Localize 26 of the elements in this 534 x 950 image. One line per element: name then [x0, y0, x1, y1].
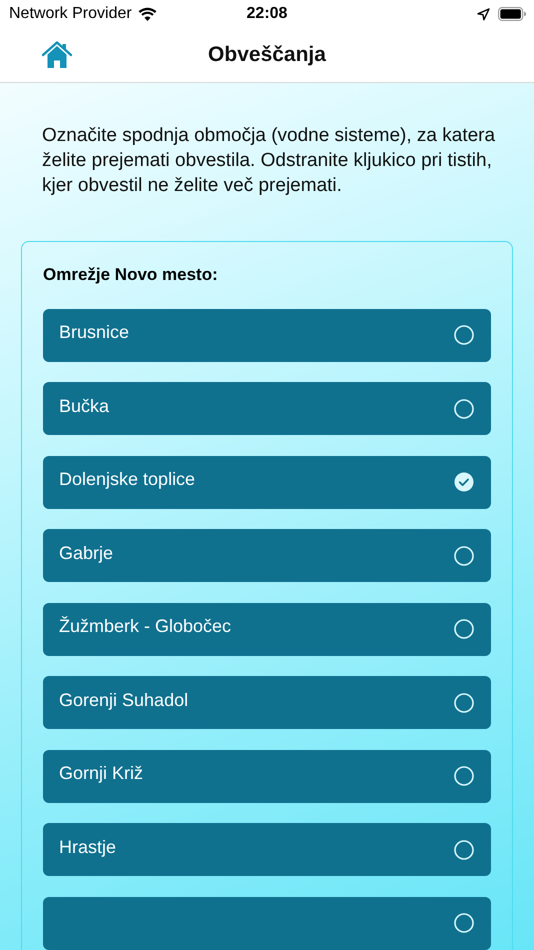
checked-circle-icon[interactable] [454, 472, 474, 492]
carrier-name: Network Provider [9, 5, 132, 23]
unchecked-circle-icon[interactable] [454, 840, 474, 860]
area-option[interactable]: Dolenjske toplice [43, 456, 491, 508]
unchecked-circle-icon[interactable] [454, 692, 474, 712]
unchecked-circle-icon[interactable] [454, 398, 474, 418]
area-option[interactable]: Gornji Križ [43, 750, 491, 802]
group-title: Omrežje Novo mesto: [43, 264, 219, 286]
area-option[interactable]: Gabrje [43, 529, 491, 582]
unchecked-circle-icon[interactable] [454, 619, 474, 639]
screen-title: Obveščanja [208, 43, 326, 66]
unchecked-circle-icon[interactable] [454, 766, 474, 786]
area-option[interactable]: Hrastje [43, 823, 491, 876]
unchecked-circle-icon[interactable] [454, 546, 474, 566]
instruction-text: Označite spodnja območja (vodne sisteme), za katera želite prejemati obvestila. Odstranite kljukico pri tistih, kjer obvestil ne želite več prejemati. [42, 124, 496, 198]
location-arrow-icon [477, 8, 490, 20]
area-option[interactable]: Gorenji Suhadol [43, 676, 491, 729]
clock-time: 22:08 [246, 5, 288, 22]
area-option[interactable]: Brusnice [43, 308, 491, 362]
area-option[interactable]: Žužmberk - Globočec [43, 602, 491, 656]
battery-icon [498, 7, 526, 21]
wifi-icon [138, 7, 157, 21]
unchecked-circle-icon[interactable] [454, 912, 474, 932]
home-icon[interactable] [42, 41, 72, 69]
unchecked-circle-icon[interactable] [454, 325, 474, 345]
area-option[interactable]: Bučka [43, 382, 491, 435]
